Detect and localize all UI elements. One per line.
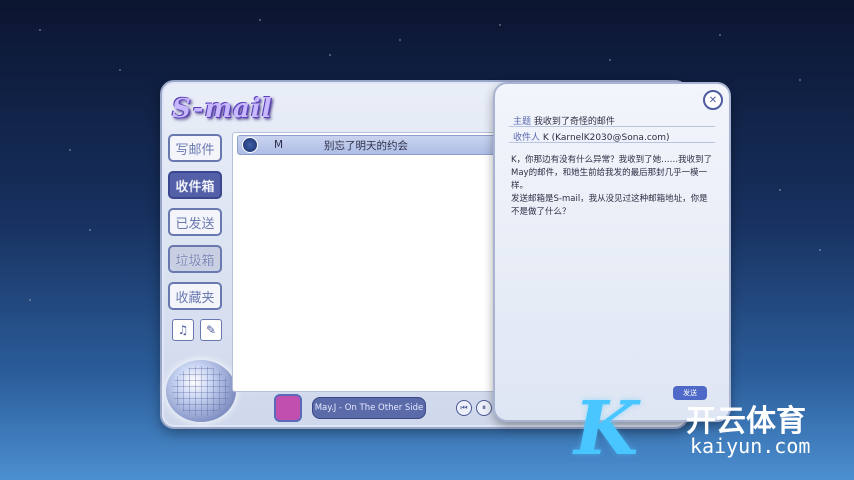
message-paragraph: K，你那边有没有什么异常？我收到了她……我收到了May的邮件，和她生前给我发的最… — [511, 155, 713, 191]
sidebar-item-compose[interactable]: 写邮件 — [168, 134, 222, 162]
divider — [509, 142, 715, 143]
toolbar: ♫ ✎ — [172, 319, 226, 341]
sidebar-item-sent[interactable]: 已发送 — [168, 208, 222, 236]
song-title: May.J - On The Other Side — [312, 397, 426, 419]
compose-panel: ✕ 主题 我收到了奇怪的邮件 收件人 K (KarnelK2030@Sona.c… — [493, 82, 731, 422]
watermark: K 开云体育 kaiyun.com — [574, 386, 844, 472]
watermark-logo: K — [574, 386, 639, 472]
disco-ball-icon — [166, 360, 236, 422]
skip-back-icon[interactable]: ⏮ — [456, 400, 472, 416]
mail-list-item[interactable]: M 别忘了明天的约会 — [237, 135, 501, 155]
watermark-url: kaiyun.com — [690, 434, 811, 458]
message-body[interactable]: K，你那边有没有什么异常？我收到了她……我收到了May的邮件，和她生前给我发的最… — [511, 154, 715, 219]
sidebar-item-trash[interactable]: 垃圾箱 — [168, 245, 222, 273]
close-icon[interactable]: ✕ — [703, 90, 723, 110]
divider — [509, 126, 715, 127]
edit-icon[interactable]: ✎ — [200, 319, 222, 341]
message-paragraph: 发送邮箱是S-mail，我从没见过这种邮箱地址，你是不是做了什么？ — [511, 194, 708, 217]
mail-sender: M — [274, 139, 284, 151]
album-art-icon — [274, 394, 302, 422]
music-icon[interactable]: ♫ — [172, 319, 194, 341]
sidebar-item-favorites[interactable]: 收藏夹 — [168, 282, 222, 310]
sidebar: 写邮件 收件箱 已发送 垃圾箱 收藏夹 ♫ ✎ — [166, 134, 226, 341]
smail-logo: S-mail — [172, 94, 273, 124]
mail-subject: 别忘了明天的约会 — [324, 139, 408, 152]
sender-avatar — [242, 137, 258, 153]
pause-icon[interactable]: ⏸ — [476, 400, 492, 416]
sidebar-item-inbox[interactable]: 收件箱 — [168, 171, 222, 199]
